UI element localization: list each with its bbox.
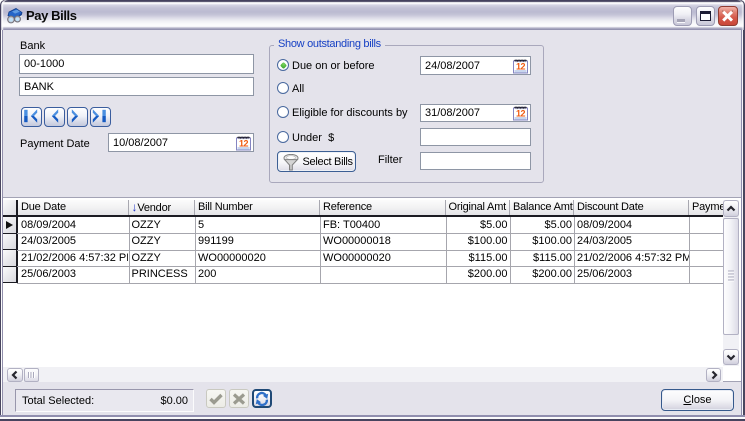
svg-text:12: 12 [239,138,249,148]
svg-text:12: 12 [516,109,526,119]
svg-text:12: 12 [516,61,526,71]
